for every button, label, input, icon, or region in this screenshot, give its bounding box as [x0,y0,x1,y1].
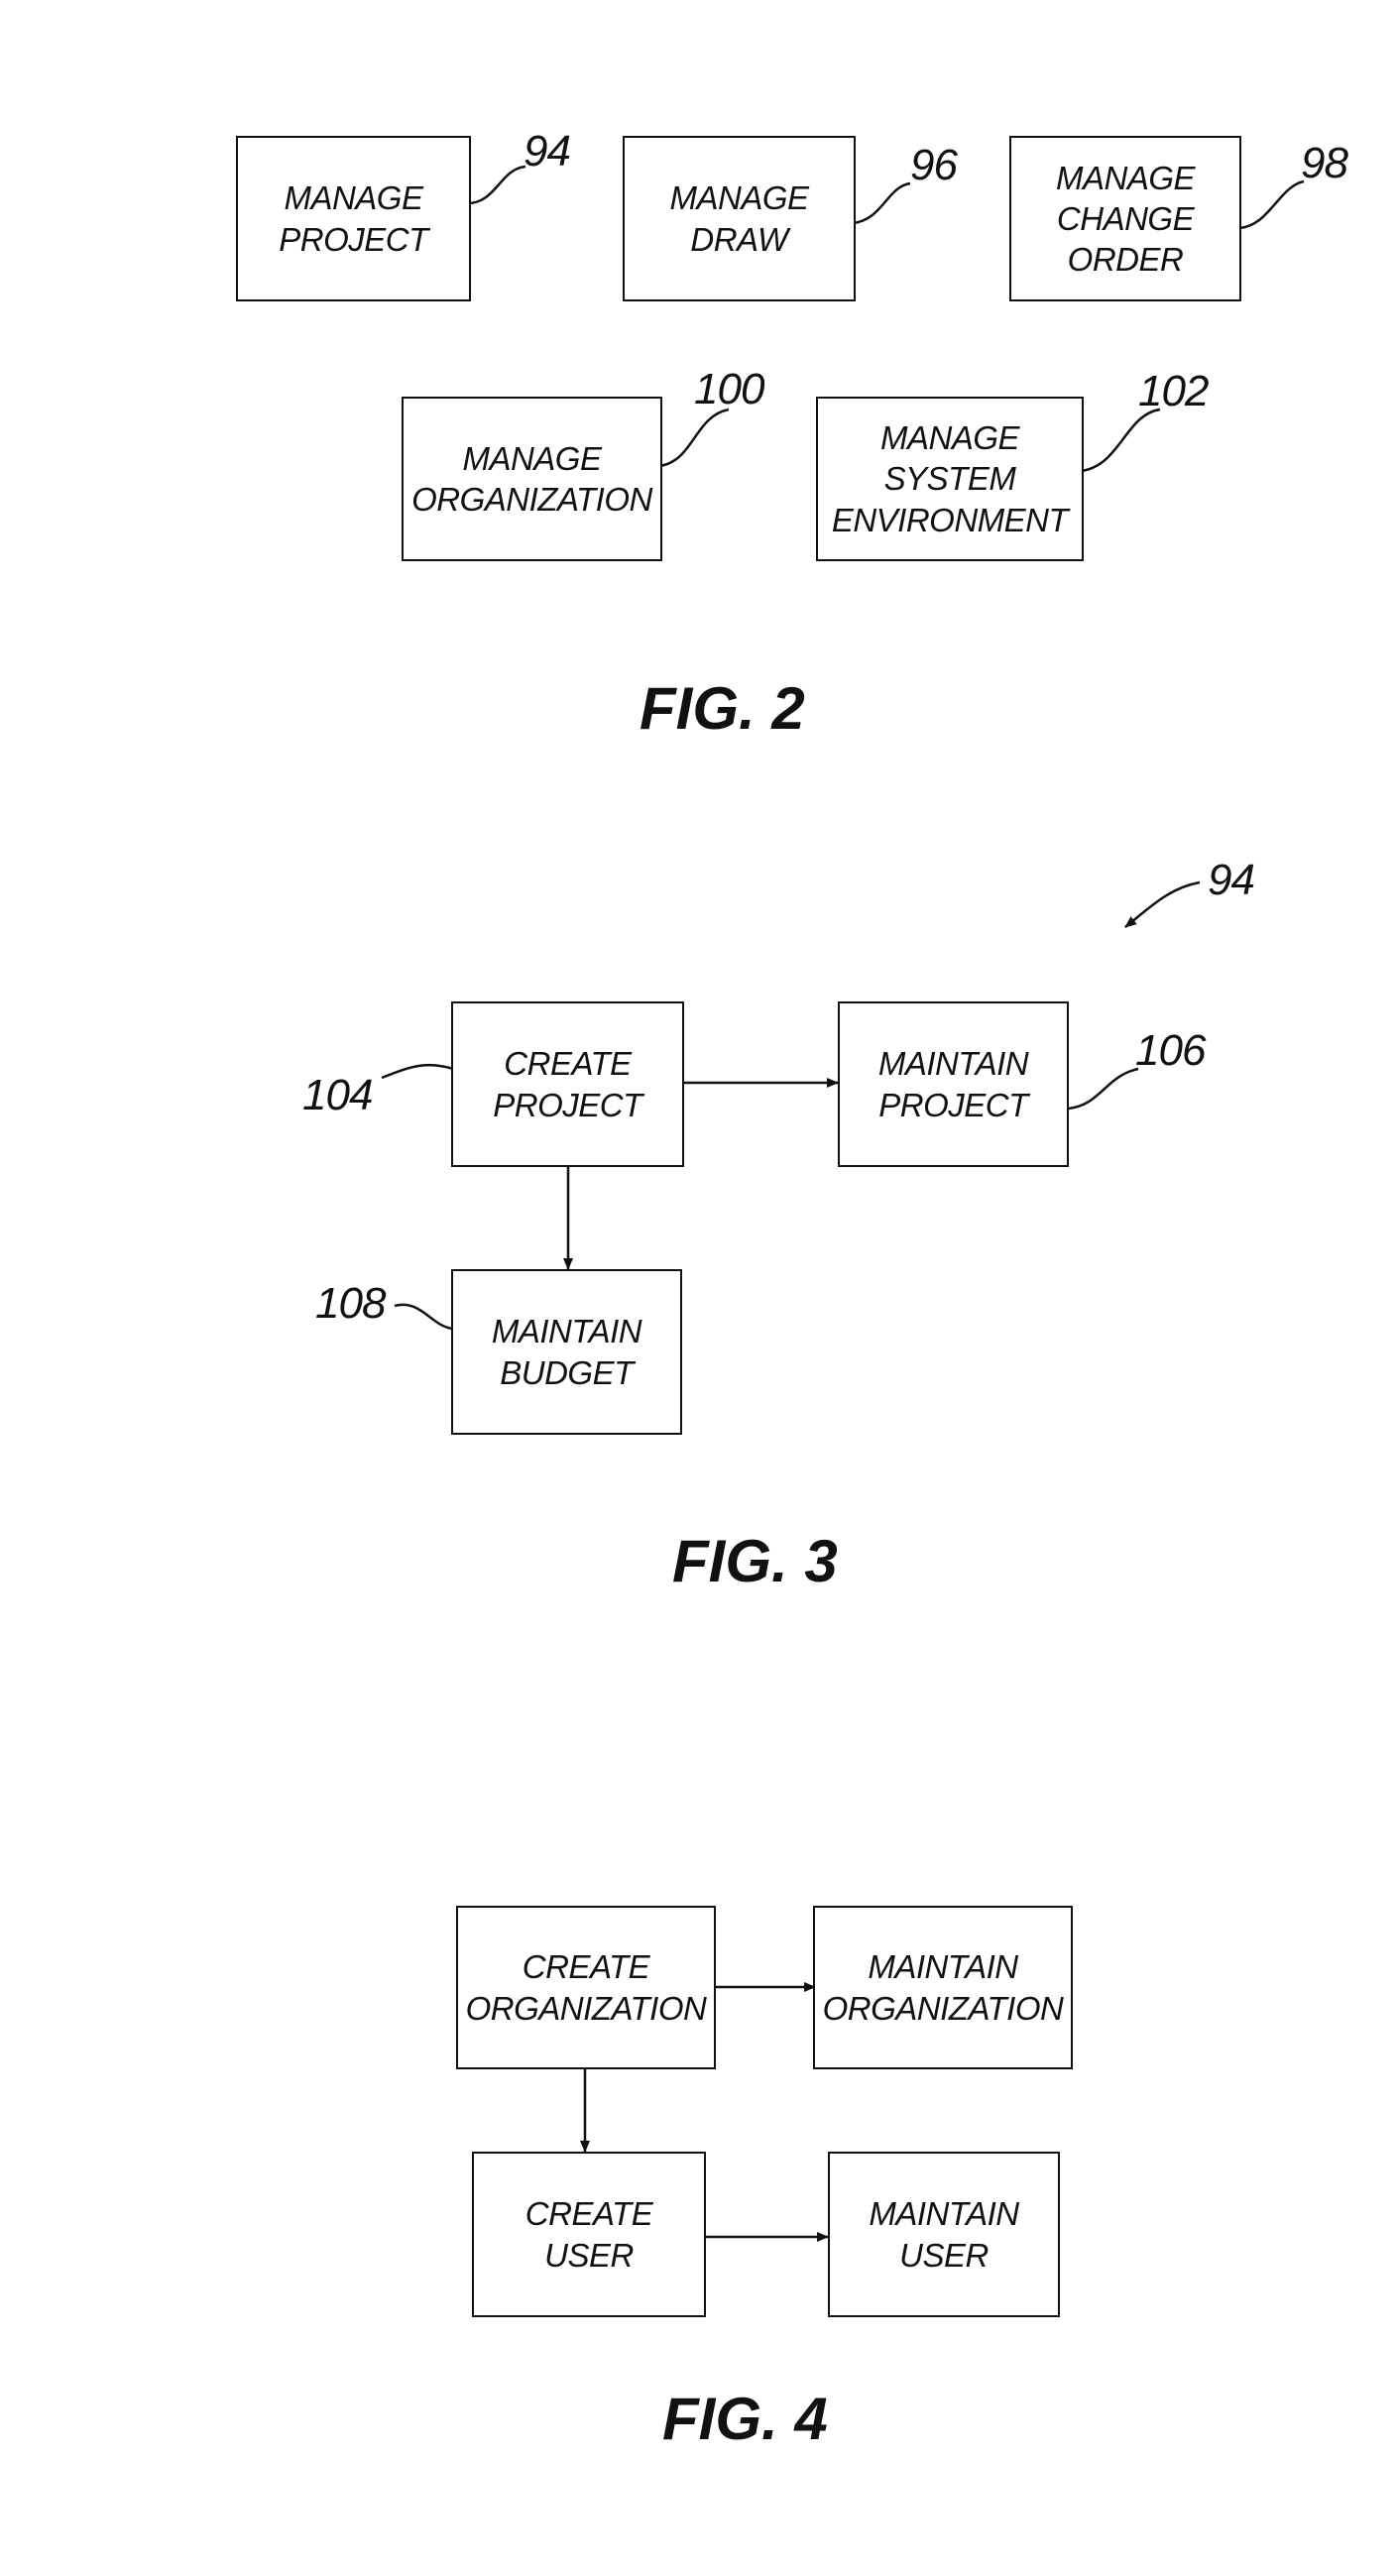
box-maintain-budget: MAINTAIN BUDGET [451,1269,682,1435]
box-manage-change-order: MANAGE CHANGE ORDER [1009,136,1241,301]
figure-caption-fig2: FIG. 2 [640,675,805,742]
leader-line-106 [1067,1067,1139,1111]
box-maintain-user: MAINTAIN USER [828,2152,1060,2317]
box-manage-project: MANAGE PROJECT [236,136,471,301]
ref-94-fig3: 94 [1208,856,1255,904]
ref-100: 100 [694,365,764,413]
box-manage-organization: MANAGE ORGANIZATION [402,397,662,561]
figure-caption-fig4: FIG. 4 [662,2386,828,2452]
ref-96: 96 [910,141,958,189]
leader-line-108 [394,1303,454,1331]
ref-94: 94 [524,127,571,176]
ref-98: 98 [1301,139,1348,187]
ref-106: 106 [1135,1026,1206,1075]
box-create-project: CREATE PROJECT [451,1001,684,1167]
ref-102: 102 [1138,367,1209,415]
leader-line-102 [1080,408,1161,473]
leader-line-96 [852,181,911,225]
leader-line-100 [658,408,730,468]
figure-caption-fig3: FIG. 3 [672,1528,838,1594]
ref-108: 108 [315,1279,386,1328]
box-maintain-organization: MAINTAIN ORGANIZATION [813,1906,1073,2069]
box-maintain-project: MAINTAIN PROJECT [838,1001,1069,1167]
leader-line-98 [1238,179,1305,230]
box-create-user: CREATE USER [472,2152,706,2317]
box-manage-system-environment: MANAGE SYSTEM ENVIRONMENT [816,397,1084,561]
leader-line-94 [467,165,526,205]
box-create-organization: CREATE ORGANIZATION [456,1906,716,2069]
reference-arrow-94 [1124,880,1201,928]
leader-line-104 [381,1063,454,1080]
ref-104: 104 [302,1071,373,1119]
box-manage-draw: MANAGE DRAW [623,136,856,301]
